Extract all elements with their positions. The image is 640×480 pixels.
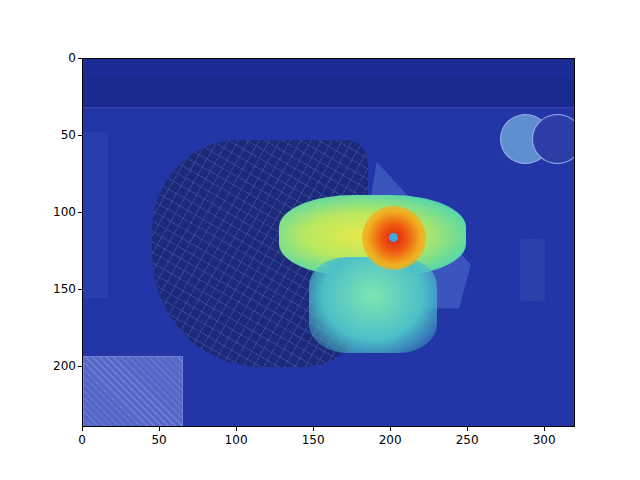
control-panel xyxy=(520,239,545,301)
compass-icon xyxy=(532,114,575,164)
x-tick-label: 200 xyxy=(379,433,402,447)
x-tick-label: 0 xyxy=(78,433,86,447)
y-tick xyxy=(78,212,82,213)
x-tick xyxy=(390,427,391,431)
x-tick xyxy=(467,427,468,431)
y-tick xyxy=(78,135,82,136)
x-tick-label: 100 xyxy=(225,433,248,447)
title-bar xyxy=(83,59,574,77)
x-tick-label: 250 xyxy=(456,433,479,447)
y-tick-label: 50 xyxy=(34,128,76,142)
x-tick-label: 150 xyxy=(302,433,325,447)
y-tick-label: 100 xyxy=(34,205,76,219)
minimap xyxy=(83,356,183,427)
y-tick xyxy=(78,58,82,59)
toolbar xyxy=(83,77,574,107)
y-tick-label: 0 xyxy=(34,51,76,65)
image-axes xyxy=(82,58,575,427)
x-tick-label: 300 xyxy=(533,433,556,447)
heatmap-image xyxy=(83,59,574,426)
x-tick-label: 50 xyxy=(151,433,166,447)
figure: 0 50 100 150 200 250 300 0 50 100 150 200 xyxy=(0,0,640,480)
x-tick xyxy=(313,427,314,431)
lower-region xyxy=(309,257,437,352)
y-tick-label: 150 xyxy=(34,282,76,296)
y-tick xyxy=(78,289,82,290)
x-tick xyxy=(236,427,237,431)
y-tick xyxy=(78,366,82,367)
x-tick xyxy=(544,427,545,431)
y-tick-label: 200 xyxy=(34,359,76,373)
side-toolbar xyxy=(83,132,108,297)
x-tick xyxy=(159,427,160,431)
x-tick xyxy=(82,427,83,431)
